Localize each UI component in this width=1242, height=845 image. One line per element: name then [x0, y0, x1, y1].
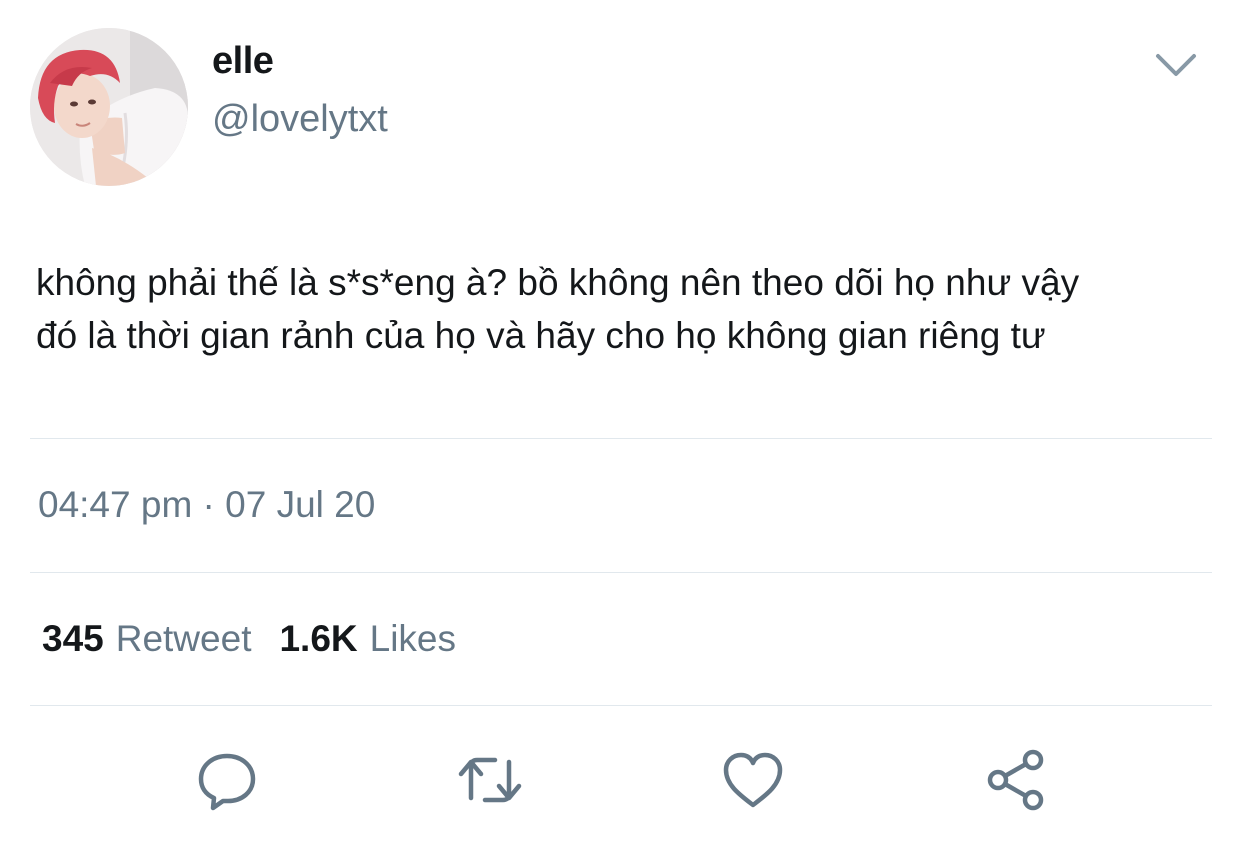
likes-stat[interactable]: 1.6K Likes	[279, 618, 456, 660]
profile-photo	[30, 28, 188, 186]
divider	[30, 438, 1212, 439]
user-handle[interactable]: @lovelytxt	[212, 98, 388, 141]
retweet-stat[interactable]: 345 Retweet	[42, 618, 251, 660]
retweet-label: Retweet	[115, 618, 252, 659]
reply-button[interactable]	[192, 745, 262, 815]
retweet-icon	[458, 757, 522, 803]
comment-icon	[198, 753, 256, 811]
likes-label: Likes	[369, 618, 457, 659]
divider	[30, 572, 1212, 573]
retweet-button[interactable]	[455, 745, 525, 815]
share-icon	[987, 749, 1044, 811]
share-button[interactable]	[981, 745, 1051, 815]
avatar[interactable]	[30, 28, 188, 186]
retweet-count: 345	[42, 618, 104, 659]
tweet-text: không phải thế là s*s*eng à? bồ không nê…	[36, 262, 1080, 356]
divider	[30, 705, 1212, 706]
display-name[interactable]: elle	[212, 40, 274, 83]
likes-count: 1.6K	[279, 618, 358, 659]
tweet-card: elle @lovelytxt không phải thế là s*s*en…	[0, 0, 1242, 845]
tweet-timestamp[interactable]: 04:47 pm · 07 Jul 20	[38, 484, 375, 526]
tweet-stats: 345 Retweet 1.6K Likes	[42, 618, 456, 660]
chevron-down-icon[interactable]	[1154, 50, 1198, 80]
like-button[interactable]	[718, 745, 788, 815]
heart-icon	[723, 752, 783, 808]
